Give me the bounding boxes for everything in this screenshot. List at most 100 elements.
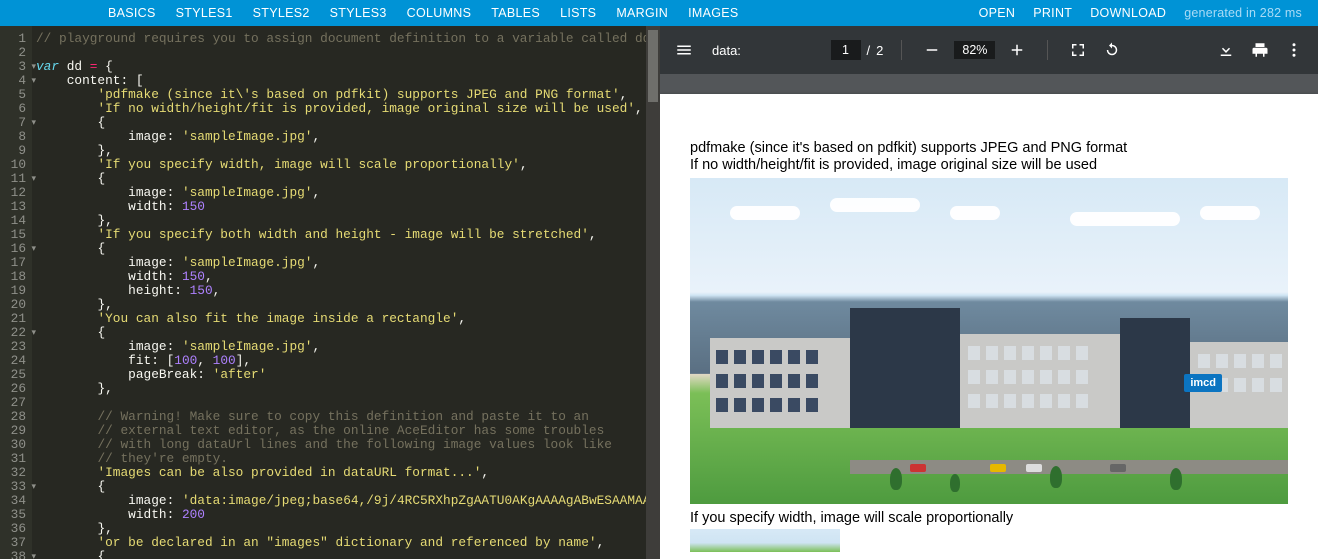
download-action[interactable]: DOWNLOAD <box>1090 6 1166 20</box>
zoom-level[interactable]: 82% <box>954 41 995 59</box>
code-line[interactable]: 'pdfmake (since it\'s based on pdfkit) s… <box>36 88 646 102</box>
example-tab-styles1[interactable]: STYLES1 <box>166 0 243 26</box>
editor-scrollbar[interactable] <box>646 26 660 559</box>
code-line[interactable]: fit: [100, 100], <box>36 354 646 368</box>
line-number: 24 <box>0 354 26 368</box>
line-number: 28 <box>0 410 26 424</box>
line-number: 6 <box>0 102 26 116</box>
line-number: 37 <box>0 536 26 550</box>
example-tab-columns[interactable]: COLUMNS <box>397 0 482 26</box>
code-line[interactable]: // playground requires you to assign doc… <box>36 32 646 46</box>
code-line[interactable]: // external text editor, as the online A… <box>36 424 646 438</box>
code-line[interactable]: 'Images can be also provided in dataURL … <box>36 466 646 480</box>
print-icon[interactable] <box>1248 38 1272 62</box>
example-tabs: BASICSSTYLES1STYLES2STYLES3COLUMNSTABLES… <box>0 0 749 26</box>
zoom-in-icon[interactable] <box>1005 38 1029 62</box>
line-number: 34 <box>0 494 26 508</box>
code-line[interactable]: image: 'sampleImage.jpg', <box>36 186 646 200</box>
example-tab-images[interactable]: IMAGES <box>678 0 748 26</box>
line-number: 10 <box>0 158 26 172</box>
code-line[interactable]: }, <box>36 522 646 536</box>
line-number: 27 <box>0 396 26 410</box>
code-line[interactable]: height: 150, <box>36 284 646 298</box>
code-line[interactable]: // Warning! Make sure to copy this defin… <box>36 410 646 424</box>
line-number: 25 <box>0 368 26 382</box>
code-line[interactable]: width: 200 <box>36 508 646 522</box>
code-line[interactable]: { <box>36 550 646 559</box>
example-tab-styles3[interactable]: STYLES3 <box>320 0 397 26</box>
line-number: 21 <box>0 312 26 326</box>
line-number: 30 <box>0 438 26 452</box>
code-line[interactable]: { <box>36 326 646 340</box>
pdf-preview-pane: data: / 2 82% pdfmake (since it's based … <box>660 26 1318 559</box>
top-toolbar: BASICSSTYLES1STYLES2STYLES3COLUMNSTABLES… <box>0 0 1318 26</box>
example-tab-tables[interactable]: TABLES <box>481 0 550 26</box>
sample-image-small <box>690 529 840 552</box>
rotate-icon[interactable] <box>1100 38 1124 62</box>
code-line[interactable]: width: 150, <box>36 270 646 284</box>
print-action[interactable]: PRINT <box>1033 6 1072 20</box>
page-indicator: / 2 <box>831 40 884 60</box>
line-number: 32 <box>0 466 26 480</box>
menu-icon[interactable] <box>672 38 696 62</box>
line-number: 33▾ <box>0 480 26 494</box>
line-number: 22▾ <box>0 326 26 340</box>
code-line[interactable]: 'You can also fit the image inside a rec… <box>36 312 646 326</box>
page-number-input[interactable] <box>831 40 861 60</box>
scrollbar-thumb[interactable] <box>648 30 658 102</box>
code-line[interactable]: image: 'data:image/jpeg;base64,/9j/4RC5R… <box>36 494 646 508</box>
code-line[interactable] <box>36 396 646 410</box>
code-line[interactable] <box>36 46 646 60</box>
more-icon[interactable] <box>1282 38 1306 62</box>
download-icon[interactable] <box>1214 38 1238 62</box>
code-line[interactable]: { <box>36 480 646 494</box>
code-line[interactable]: // with long dataUrl lines and the follo… <box>36 438 646 452</box>
code-line[interactable]: var dd = { <box>36 60 646 74</box>
example-tab-styles2[interactable]: STYLES2 <box>243 0 320 26</box>
code-line[interactable]: image: 'sampleImage.jpg', <box>36 256 646 270</box>
line-number: 9 <box>0 144 26 158</box>
example-tab-margin[interactable]: MARGIN <box>606 0 678 26</box>
code-line[interactable]: { <box>36 172 646 186</box>
line-number: 14 <box>0 214 26 228</box>
fit-page-icon[interactable] <box>1066 38 1090 62</box>
code-line[interactable]: }, <box>36 298 646 312</box>
line-number: 36 <box>0 522 26 536</box>
line-number: 11▾ <box>0 172 26 186</box>
code-line[interactable]: 'or be declared in an "images" dictionar… <box>36 536 646 550</box>
line-number: 1 <box>0 32 26 46</box>
line-number: 5 <box>0 88 26 102</box>
zoom-out-icon[interactable] <box>920 38 944 62</box>
code-line[interactable]: }, <box>36 144 646 158</box>
line-number: 4▾ <box>0 74 26 88</box>
example-tab-basics[interactable]: BASICS <box>98 0 166 26</box>
line-number: 18 <box>0 270 26 284</box>
page-sep: / <box>867 43 871 58</box>
code-line[interactable]: 'If you specify width, image will scale … <box>36 158 646 172</box>
code-line[interactable]: // they're empty. <box>36 452 646 466</box>
line-number: 38▾ <box>0 550 26 559</box>
code-line[interactable]: { <box>36 242 646 256</box>
code-line[interactable]: width: 150 <box>36 200 646 214</box>
open-action[interactable]: OPEN <box>979 6 1016 20</box>
line-number: 35 <box>0 508 26 522</box>
code-line[interactable]: 'If you specify both width and height - … <box>36 228 646 242</box>
pdf-text-line: If you specify width, image will scale p… <box>660 510 1318 527</box>
generation-time: generated in 282 ms <box>1184 6 1302 20</box>
line-number: 17 <box>0 256 26 270</box>
code-line[interactable]: pageBreak: 'after' <box>36 368 646 382</box>
code-line[interactable]: image: 'sampleImage.jpg', <box>36 340 646 354</box>
pdf-page-area[interactable]: pdfmake (since it's based on pdfkit) sup… <box>660 74 1318 559</box>
example-tab-lists[interactable]: LISTS <box>550 0 606 26</box>
editor-code-area[interactable]: // playground requires you to assign doc… <box>32 26 646 559</box>
code-line[interactable]: content: [ <box>36 74 646 88</box>
code-editor[interactable]: 123▾4▾567▾891011▾1213141516▾171819202122… <box>0 26 660 559</box>
line-number: 29 <box>0 424 26 438</box>
pdf-toolbar: data: / 2 82% <box>660 26 1318 74</box>
code-line[interactable]: { <box>36 116 646 130</box>
code-line[interactable]: }, <box>36 382 646 396</box>
pdf-text-line: If no width/height/fit is provided, imag… <box>660 157 1318 174</box>
code-line[interactable]: image: 'sampleImage.jpg', <box>36 130 646 144</box>
code-line[interactable]: }, <box>36 214 646 228</box>
code-line[interactable]: 'If no width/height/fit is provided, ima… <box>36 102 646 116</box>
